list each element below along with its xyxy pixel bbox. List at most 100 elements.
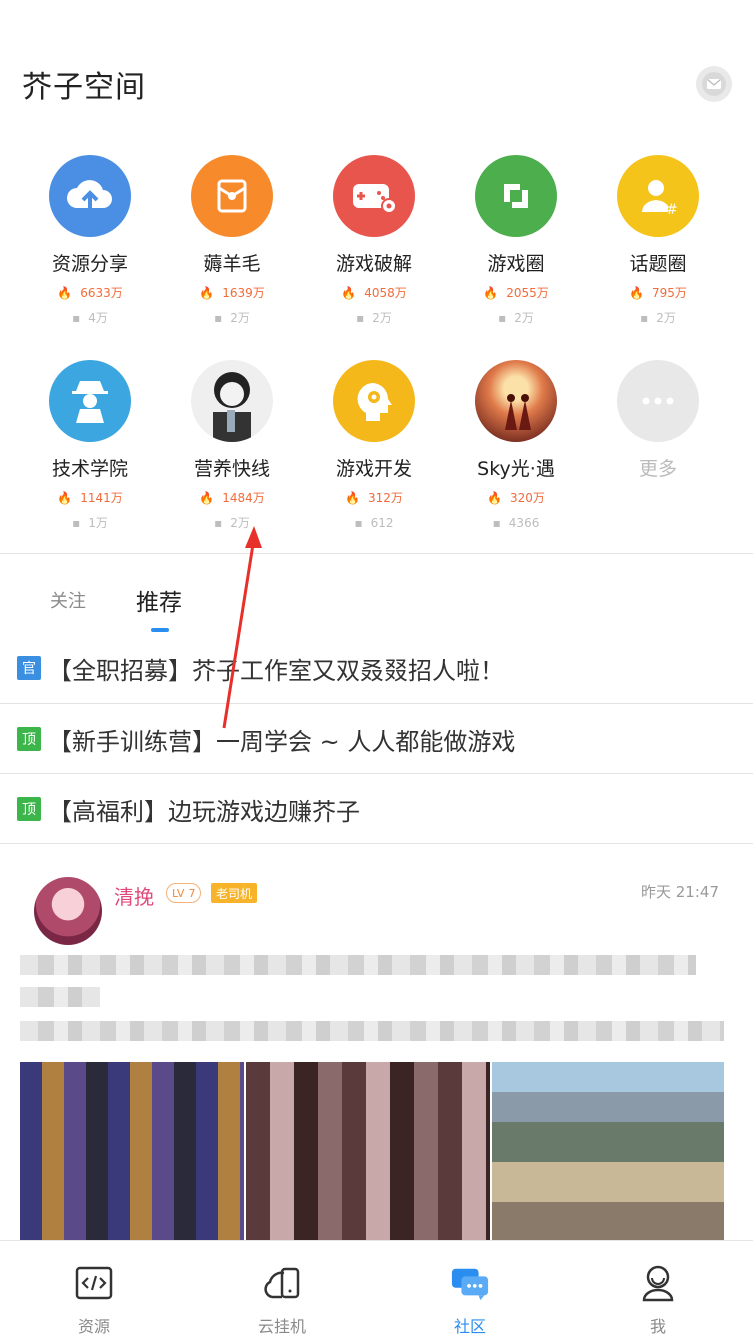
grid-item-name: 薅羊毛 [203, 253, 261, 275]
comment-icon: ▪ [354, 516, 363, 530]
hot-count: 795万 [652, 286, 687, 300]
hot-count: 320万 [510, 491, 545, 505]
blurred-text-line [20, 955, 696, 975]
nav-label: 社区 [453, 1317, 486, 1336]
comment-icon: ▪ [72, 516, 81, 530]
post-image[interactable] [492, 1062, 724, 1240]
notice-item[interactable]: 顶 【高福利】边玩游戏边赚芥子 [0, 774, 753, 844]
grid-item-tech-academy[interactable]: 技术学院 🔥 1141万 ▪ 1万 [19, 360, 161, 531]
code-icon [74, 1263, 114, 1303]
nav-me[interactable]: 我 [564, 1241, 752, 1340]
chat-bubbles-icon [450, 1263, 490, 1303]
tab-follow[interactable]: 关注 [50, 587, 86, 613]
comment-stat: ▪ 4万 [19, 310, 161, 326]
grid-item-wool[interactable]: 薅羊毛 🔥 1639万 ▪ 2万 [161, 155, 303, 326]
blurred-text-line [20, 1021, 724, 1041]
pinned-badge: 顶 [17, 797, 41, 821]
notice-item[interactable]: 官 【全职招募】芥子工作室又双叒叕招人啦！ [0, 633, 753, 703]
comment-count: 2万 [656, 311, 676, 325]
tab-indicator [151, 628, 169, 632]
grid-item-game-crack[interactable]: 游戏破解 🔥 4058万 ▪ 2万 [303, 155, 445, 326]
more-dots-icon [617, 360, 699, 442]
comment-count: 1万 [88, 516, 108, 530]
fire-icon: 🔥 [199, 286, 215, 300]
hot-stat: 🔥 1141万 [19, 490, 161, 506]
nav-cloud-idle[interactable]: 云挂机 [188, 1241, 376, 1340]
hot-count: 2055万 [506, 286, 549, 300]
hot-count: 1141万 [80, 491, 123, 505]
grid-item-name: 资源分享 [51, 253, 128, 275]
hot-stat: 🔥 795万 [587, 285, 729, 301]
row-divider [0, 843, 753, 844]
comment-count: 2万 [230, 516, 250, 530]
hot-count: 1639万 [222, 286, 265, 300]
comment-count: 4366 [508, 516, 540, 530]
hot-stat: 🔥 312万 [303, 490, 445, 506]
comment-count: 2万 [372, 311, 392, 325]
fire-icon: 🔥 [629, 286, 645, 300]
grid-item-name: 营养快线 [193, 458, 270, 480]
fire-icon: 🔥 [483, 286, 499, 300]
level-badge: LV 7 [166, 883, 202, 903]
red-envelope-icon [191, 155, 273, 237]
nav-resources[interactable]: 资源 [0, 1241, 188, 1340]
sky-photo-icon [475, 360, 557, 442]
grid-item-name: 更多 [638, 458, 677, 480]
gamepad-gear-icon [333, 155, 415, 237]
notice-item[interactable]: 顶 【新手训练营】一周学会 ~ 人人都能做游戏 [0, 704, 753, 774]
hot-count: 312万 [368, 491, 403, 505]
hot-count: 4058万 [364, 286, 407, 300]
grid-item-name: 游戏破解 [335, 253, 412, 275]
grid-item-resource-share[interactable]: 资源分享 🔥 6633万 ▪ 4万 [19, 155, 161, 326]
comment-count: 2万 [514, 311, 534, 325]
grid-item-nutrition-express[interactable]: 营养快线 🔥 1484万 ▪ 2万 [161, 360, 303, 531]
hot-count: 1484万 [222, 491, 265, 505]
grid-item-name: 技术学院 [51, 458, 128, 480]
blurred-text-line [20, 987, 100, 1007]
grid-item-name: 游戏开发 [335, 458, 412, 480]
avatar[interactable] [34, 877, 102, 945]
notice-text: 【全职招募】芥子工作室又双叒叕招人啦！ [48, 656, 504, 685]
post-image[interactable] [246, 1062, 490, 1240]
user-tag: 老司机 [211, 883, 258, 903]
profile-icon [638, 1263, 678, 1303]
comment-icon: ▪ [498, 311, 507, 325]
comment-icon: ▪ [356, 311, 365, 325]
hot-stat: 🔥 1484万 [161, 490, 303, 506]
hot-stat: 🔥 6633万 [19, 285, 161, 301]
comment-icon: ▪ [492, 516, 501, 530]
level-prefix: LV [172, 886, 185, 900]
post-card[interactable]: 清挽 LV 7 老司机 昨天 21:47 [0, 845, 753, 1240]
comment-stat: ▪ 612 [303, 515, 445, 531]
circle-logo-icon [475, 155, 557, 237]
post-time: 昨天 21:47 [641, 883, 719, 901]
comment-stat: ▪ 1万 [19, 515, 161, 531]
post-image[interactable] [20, 1062, 244, 1240]
hot-stat: 🔥 2055万 [445, 285, 587, 301]
notice-text: 【新手训练营】一周学会 ~ 人人都能做游戏 [48, 727, 516, 756]
meme-photo-icon [191, 360, 273, 442]
grid-item-topic-circle[interactable]: # 话题圈 🔥 795万 ▪ 2万 [587, 155, 729, 326]
brain-gear-icon [333, 360, 415, 442]
comment-stat: ▪ 2万 [587, 310, 729, 326]
page-title: 芥子空间 [22, 70, 146, 105]
official-badge: 官 [17, 656, 41, 680]
post-username[interactable]: 清挽 [114, 881, 154, 910]
grid-item-game-dev[interactable]: 游戏开发 🔥 312万 ▪ 612 [303, 360, 445, 531]
nav-community[interactable]: 社区 [376, 1241, 564, 1340]
svg-text:#: # [666, 202, 678, 218]
bottom-nav: 资源 云挂机 社区 我 [0, 1240, 753, 1340]
header: 芥子空间 [0, 0, 753, 140]
cloud-upload-icon [49, 155, 131, 237]
comment-stat: ▪ 4366 [445, 515, 587, 531]
grid-item-more[interactable]: 更多 [587, 360, 729, 482]
comment-stat: ▪ 2万 [161, 310, 303, 326]
section-divider [0, 553, 753, 554]
level-number: 7 [188, 886, 196, 900]
comment-stat: ▪ 2万 [303, 310, 445, 326]
mail-button[interactable] [696, 66, 732, 102]
mail-icon [702, 72, 726, 96]
grid-item-game-circle[interactable]: 游戏圈 🔥 2055万 ▪ 2万 [445, 155, 587, 326]
tab-recommend[interactable]: 推荐 [136, 583, 182, 617]
grid-item-sky[interactable]: Sky光·遇 🔥 320万 ▪ 4366 [445, 360, 587, 531]
